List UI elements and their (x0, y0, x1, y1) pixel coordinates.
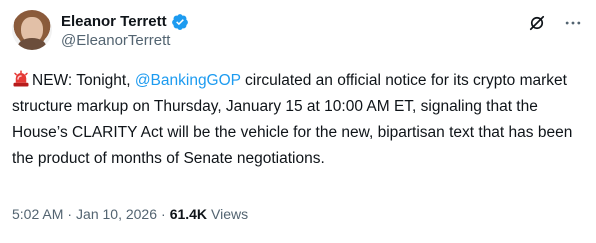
tweet-meta: 5:02 AM · Jan 10, 2026 · 61.4K Views (12, 205, 248, 223)
meta-separator: · (67, 206, 73, 222)
views-count[interactable]: 61.4K (170, 205, 207, 223)
author-name-row: Eleanor Terrett (61, 12, 189, 32)
tweet-date[interactable]: Jan 10, 2026 (76, 205, 157, 223)
top-actions (526, 12, 584, 34)
author-avatar[interactable] (12, 10, 52, 50)
tweet-time[interactable]: 5:02 AM (12, 205, 63, 223)
tweet-card: Eleanor Terrett @EleanorTerrett NEW: Ton… (0, 0, 596, 243)
tweet-text-prefix: NEW: Tonight, (32, 72, 135, 89)
siren-emoji-icon (12, 70, 30, 88)
more-icon[interactable] (562, 12, 584, 34)
meta-separator: · (161, 206, 166, 222)
mention-link[interactable]: @BankingGOP (135, 72, 241, 89)
views-label: Views (211, 206, 249, 222)
verified-badge-icon (171, 13, 189, 31)
author-display-name[interactable]: Eleanor Terrett (61, 12, 167, 32)
author-handle[interactable]: @EleanorTerrett (61, 32, 170, 50)
grok-icon[interactable] (526, 12, 548, 34)
tweet-text: NEW: Tonight, @BankingGOP circulated an … (12, 68, 583, 172)
